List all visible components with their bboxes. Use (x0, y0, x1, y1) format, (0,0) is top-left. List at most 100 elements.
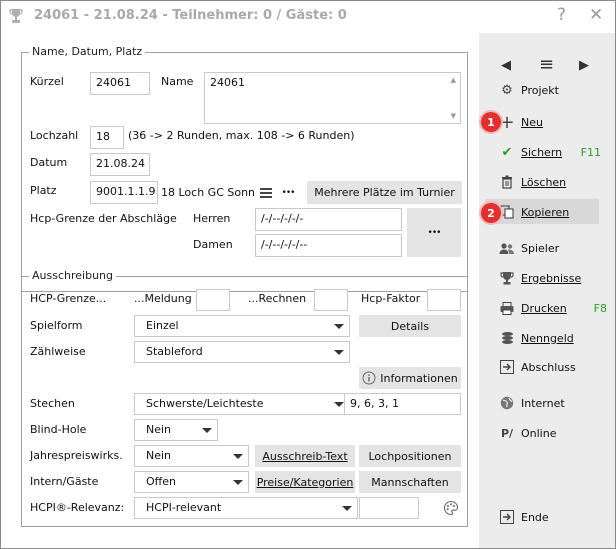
stechen-label: Stechen (30, 397, 75, 410)
sidebar-item-projekt[interactable]: ⚙ Projekt (497, 79, 559, 101)
datum-input[interactable]: 21.08.24 (90, 153, 150, 176)
sidebar-item-abschluss[interactable]: Abschluss (497, 356, 576, 378)
users-icon (497, 242, 517, 255)
blind-hole-label: Blind-Hole (30, 423, 87, 436)
sidebar-label: Nenngeld (521, 331, 574, 345)
sidebar-label: Ergebnisse (521, 271, 582, 285)
rechnen-input[interactable] (314, 289, 348, 311)
sidebar-label: Abschluss (521, 360, 576, 374)
trash-icon (497, 175, 517, 189)
zaehlweise-value: Stableford (146, 345, 203, 358)
help-button[interactable]: ? (557, 5, 566, 25)
sidebar-label: Spieler (521, 241, 560, 255)
export-icon (497, 360, 517, 374)
intern-gaeste-select[interactable]: Offen (134, 471, 249, 493)
sidebar-item-online[interactable]: P/Online (497, 422, 557, 444)
intern-gaeste-label: Intern/Gäste (30, 475, 99, 488)
hcpi-relevanz-select[interactable]: HCPI-relevant (134, 497, 358, 519)
lochzahl-input[interactable]: 18 (90, 126, 124, 149)
close-button[interactable]: ✕ (589, 5, 603, 25)
list-button[interactable] (255, 181, 276, 204)
meldung-input[interactable] (196, 289, 230, 311)
name-textarea[interactable]: 24061 ▲ ▼ (204, 72, 461, 124)
coins-icon (497, 331, 517, 345)
hcp-faktor-input[interactable] (427, 289, 461, 311)
form-area: Name, Datum, Platz Kürzel 24061 Name 240… (2, 33, 478, 548)
platz-input[interactable]: 9001.1.1.9 (90, 181, 158, 204)
sidebar-label: Sichern (521, 145, 563, 159)
zaehlweise-label: Zählweise (30, 345, 86, 358)
sidebar-item-internet[interactable]: Internet (497, 392, 565, 414)
kuerzel-label: Kürzel (30, 75, 64, 88)
scroll-up-icon[interactable]: ▲ (451, 76, 456, 84)
lochzahl-hint: (36 -> 2 Runden, max. 108 -> 6 Runden) (128, 129, 355, 142)
sidebar-item-kopieren[interactable]: Kopieren (497, 201, 569, 223)
damen-input[interactable]: /-/--/-/-/-- (255, 234, 402, 257)
nav-next-icon[interactable]: ▶ (579, 58, 589, 73)
sidebar-item-spieler[interactable]: Spieler (497, 237, 559, 259)
mannschaften-button[interactable]: Mannschaften (359, 471, 461, 493)
stechen-select[interactable]: Schwerste/Leichteste (134, 393, 350, 415)
menu-icon (259, 187, 272, 198)
details-button[interactable]: Details (359, 315, 461, 337)
chevron-down-icon (334, 324, 344, 329)
gear-icon: ⚙ (501, 82, 513, 98)
hcpi-extra-input[interactable] (359, 497, 419, 519)
jahrespreis-value: Nein (146, 449, 172, 462)
sidebar-item-ergebnisse[interactable]: Ergebnisse (497, 267, 581, 289)
rechnen-label: ...Rechnen (248, 292, 307, 305)
trophy-icon (497, 271, 517, 285)
group-legend: Ausschreibung (29, 269, 116, 282)
mannschaften-label: Mannschaften (371, 475, 449, 489)
jahrespreis-label: Jahrespreiswirks. (30, 449, 123, 462)
sidebar-item-sichern[interactable]: ✔ Sichern F11 (497, 141, 607, 163)
preise-kategorien-button[interactable]: Preise/Kategorien (255, 471, 355, 493)
sidebar-item-loeschen[interactable]: Löschen (497, 171, 566, 193)
info-icon (362, 371, 376, 385)
step-badge-2: 2 (481, 203, 501, 223)
platz-label: Platz (30, 184, 57, 197)
zaehlweise-select[interactable]: Stableford (134, 341, 350, 363)
blind-hole-select[interactable]: Nein (134, 419, 218, 441)
ausschreib-text-button[interactable]: Ausschreib-Text (255, 445, 355, 467)
platz-more-button[interactable]: ••• (277, 181, 299, 204)
lochpositionen-button[interactable]: Lochpositionen (359, 445, 461, 467)
color-palette-button[interactable] (440, 497, 462, 519)
chevron-down-icon (342, 506, 352, 511)
platz-name: 18 Loch GC Sonne (161, 186, 255, 199)
pc-online-icon: P/ (500, 426, 514, 440)
informationen-button[interactable]: Informationen (359, 367, 461, 389)
sidebar-label: Neu (521, 115, 543, 129)
mehrere-plaetze-button[interactable]: Mehrere Plätze im Turnier (307, 181, 462, 204)
hcpi-relevanz-label: HCPI®-Relevanz: (30, 501, 125, 514)
title-bar: 24061 - 21.08.24 - Teilnehmer: 0 / Gäste… (1, 1, 615, 33)
datum-label: Datum (30, 156, 68, 169)
damen-label: Damen (193, 238, 233, 251)
intern-gaeste-value: Offen (146, 475, 176, 488)
sidebar-label: Kopieren (521, 205, 570, 219)
kuerzel-input[interactable]: 24061 (90, 72, 150, 95)
sidebar-item-ende[interactable]: Ende (497, 506, 549, 528)
jahrespreis-select[interactable]: Nein (134, 445, 249, 467)
checkmark-icon: ✔ (501, 144, 513, 160)
name-label: Name (161, 75, 194, 88)
sidebar-label: Internet (521, 396, 565, 410)
mehrere-plaetze-label: Mehrere Plätze im Turnier (314, 186, 455, 199)
printer-icon (497, 301, 517, 315)
globe-icon (497, 396, 517, 410)
herren-input[interactable]: /-/--/-/-/- (255, 208, 402, 231)
sidebar-item-neu[interactable]: + Neu (497, 111, 543, 133)
spielform-select[interactable]: Einzel (134, 315, 350, 337)
nav-menu-icon[interactable]: ≡ (539, 54, 554, 75)
palette-icon (443, 500, 459, 516)
scroll-down-icon[interactable]: ▼ (451, 112, 456, 120)
sidebar-item-nenngeld[interactable]: Nenngeld (497, 327, 574, 349)
hcp-faktor-label: Hcp-Faktor (361, 292, 421, 305)
hcp-grenze-label: Hcp-Grenze der Abschläge (30, 212, 177, 225)
sidebar-item-drucken[interactable]: Drucken F8 (497, 297, 607, 319)
lochpositionen-label: Lochpositionen (368, 449, 452, 463)
hcp-more-button[interactable]: ••• (407, 208, 461, 257)
nav-prev-icon[interactable]: ◀ (501, 58, 511, 73)
meldung-label: ...Meldung (134, 292, 192, 305)
stechen-holes-input[interactable]: 9, 6, 3, 1 (344, 393, 461, 415)
